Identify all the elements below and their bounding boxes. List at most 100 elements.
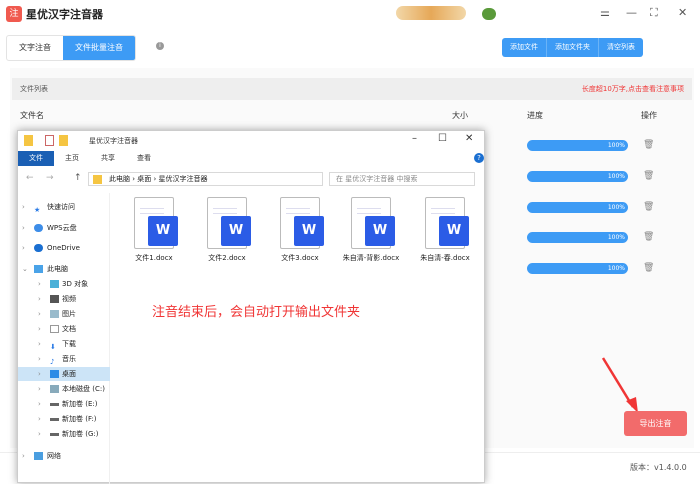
cloud-icon — [34, 244, 43, 252]
ribbon-tabs: 文件 主页 共享 查看 — [18, 151, 484, 166]
progress-bar: 100% — [527, 202, 628, 213]
word-doc-icon: W — [351, 197, 395, 249]
tab-text-annotation[interactable]: 文字注音 — [7, 36, 63, 60]
file-explorer-window: 星优汉字注音器 – ☐ ✕ 文件 主页 共享 查看 ? ← → ↑ 此电脑 › … — [17, 130, 485, 484]
nav-music[interactable]: › ♪ 音乐 — [18, 352, 110, 366]
avatar[interactable] — [482, 8, 496, 20]
picture-icon — [50, 310, 59, 318]
add-file-button[interactable]: 添加文件 — [502, 38, 547, 57]
nav-desktop[interactable]: › 桌面 — [18, 367, 110, 381]
app-logo: 注 — [6, 6, 22, 22]
download-icon: ⬇ — [50, 343, 56, 351]
notice-link[interactable]: 长度超10万字,点击查看注意事项 — [582, 84, 684, 94]
nav-drive-e[interactable]: › 新加卷 (E:) — [18, 397, 110, 411]
mode-tabs: 文字注音 文件批量注音 — [6, 35, 136, 61]
music-icon: ♪ — [50, 358, 55, 366]
close-icon[interactable]: ✕ — [678, 6, 687, 19]
nav-3d-objects[interactable]: › 3D 对象 — [18, 277, 110, 291]
folder-icon — [93, 175, 102, 184]
ribbon-tab-home[interactable]: 主页 — [54, 151, 90, 166]
toolbar: 添加文件 添加文件夹 清空列表 — [502, 38, 643, 57]
file-item[interactable]: W 文件1.docx — [124, 197, 184, 263]
back-icon[interactable]: ← — [26, 173, 34, 183]
word-doc-icon: W — [425, 197, 469, 249]
properties-icon[interactable] — [45, 135, 54, 146]
nav-drive-g[interactable]: › 新加卷 (G:) — [18, 427, 110, 441]
drive-icon — [50, 385, 59, 393]
col-progress: 进度 — [527, 111, 543, 120]
maximize-icon[interactable]: ⛶ — [650, 6, 658, 20]
minimize-icon[interactable]: — — [626, 6, 637, 19]
forward-icon[interactable]: → — [46, 173, 54, 183]
nav-downloads[interactable]: › ⬇ 下载 — [18, 337, 110, 351]
file-item[interactable]: W 朱自清-背影.docx — [342, 197, 400, 263]
document-icon — [50, 325, 59, 333]
desktop-icon — [50, 370, 59, 378]
breadcrumb-folder[interactable]: 星优汉字注音器 — [159, 175, 208, 183]
nav-pictures[interactable]: › 图片 — [18, 307, 110, 321]
version-label: 版本：v1.4.0.0 — [630, 463, 687, 472]
search-input[interactable]: 在 星优汉字注音器 中搜索 — [329, 172, 475, 186]
navigation-pane: › ★ 快速访问 › WPS云盘 › OneDrive ⌄ 此电脑 › 3D 对象 › 视频 … — [18, 193, 110, 484]
nav-onedrive[interactable]: › OneDrive — [18, 241, 110, 255]
ribbon-tab-view[interactable]: 查看 — [126, 151, 162, 166]
ribbon-tab-share[interactable]: 共享 — [90, 151, 126, 166]
folder-icon — [24, 135, 33, 146]
minimize-icon[interactable]: – — [412, 133, 417, 144]
progress-bar: 100% — [527, 263, 628, 274]
file-list-title: 文件列表 — [20, 85, 48, 93]
delete-icon[interactable]: 🗑 — [643, 140, 654, 150]
file-item[interactable]: W 朱自清-春.docx — [410, 197, 480, 263]
delete-icon[interactable]: 🗑 — [643, 171, 654, 181]
nav-videos[interactable]: › 视频 — [18, 292, 110, 306]
star-icon: ★ — [34, 206, 41, 214]
maximize-icon[interactable]: ☐ — [438, 133, 447, 144]
app-title: 星优汉字注音器 — [26, 8, 103, 21]
help-icon[interactable]: ? — [474, 153, 484, 163]
new-folder-icon[interactable] — [59, 135, 68, 146]
cloud-icon — [34, 224, 43, 232]
nav-network[interactable]: › 网络 — [18, 449, 110, 463]
nav-drive-f[interactable]: › 新加卷 (F:) — [18, 412, 110, 426]
file-list-header: 文件列表 长度超10万字,点击查看注意事项 — [12, 78, 692, 100]
computer-icon — [34, 265, 43, 273]
word-doc-icon: W — [207, 197, 251, 249]
delete-icon[interactable]: 🗑 — [643, 263, 654, 273]
user-badge[interactable] — [396, 6, 466, 20]
close-icon[interactable]: ✕ — [465, 133, 473, 144]
drive-icon — [50, 418, 59, 421]
word-doc-icon: W — [280, 197, 324, 249]
delete-icon[interactable]: 🗑 — [643, 202, 654, 212]
tab-batch-file[interactable]: 文件批量注音 — [63, 36, 135, 60]
settings-icon[interactable]: ⚌ — [600, 6, 610, 19]
col-action: 操作 — [641, 111, 657, 120]
clear-list-button[interactable]: 清空列表 — [599, 38, 643, 57]
export-button[interactable]: 导出注音 — [624, 411, 687, 436]
explorer-titlebar: 星优汉字注音器 – ☐ ✕ — [18, 131, 484, 151]
red-arrow-icon — [601, 357, 638, 413]
file-item[interactable]: W 文件3.docx — [270, 197, 330, 263]
breadcrumb-this-pc[interactable]: 此电脑 — [109, 175, 130, 183]
video-icon — [50, 295, 59, 303]
add-folder-button[interactable]: 添加文件夹 — [547, 38, 599, 57]
address-bar[interactable]: 此电脑 › 桌面 › 星优汉字注音器 — [88, 172, 323, 186]
col-name: 文件名 — [20, 111, 44, 120]
ribbon-tab-file[interactable]: 文件 — [18, 151, 54, 166]
up-icon[interactable]: ↑ — [74, 173, 82, 183]
drive-icon — [50, 403, 59, 406]
nav-drive-c[interactable]: › 本地磁盘 (C:) — [18, 382, 110, 396]
nav-documents[interactable]: › 文档 — [18, 322, 110, 336]
drive-icon — [50, 433, 59, 436]
nav-quick-access[interactable]: › ★ 快速访问 — [18, 200, 110, 214]
breadcrumb-desktop[interactable]: 桌面 — [137, 175, 151, 183]
nav-wps-cloud[interactable]: › WPS云盘 — [18, 221, 110, 235]
info-icon[interactable]: i — [156, 42, 164, 50]
delete-icon[interactable]: 🗑 — [643, 232, 654, 242]
word-doc-icon: W — [134, 197, 178, 249]
explorer-title: 星优汉字注音器 — [89, 137, 138, 145]
nav-this-pc[interactable]: ⌄ 此电脑 — [18, 262, 110, 276]
file-item[interactable]: W 文件2.docx — [197, 197, 257, 263]
progress-bar: 100% — [527, 232, 628, 243]
col-size: 大小 — [452, 111, 468, 120]
progress-bar: 100% — [527, 140, 628, 151]
